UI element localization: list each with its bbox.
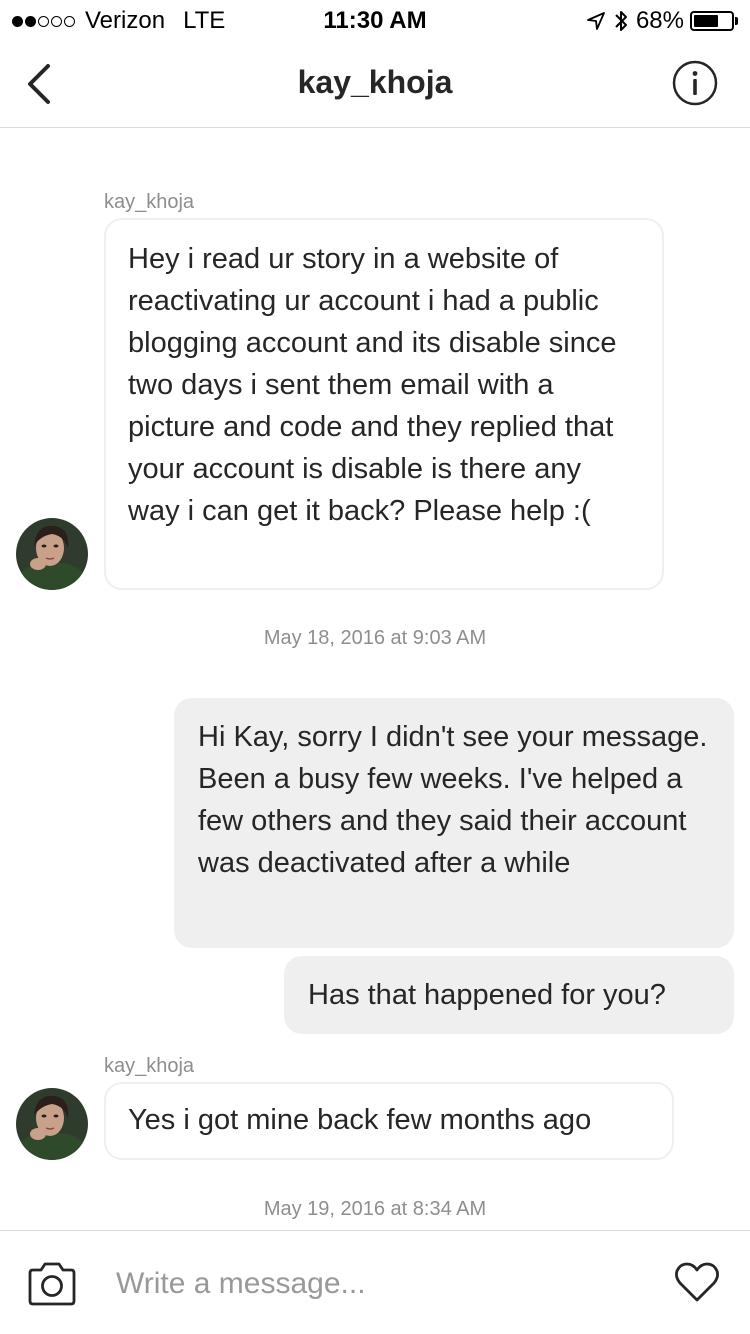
battery-icon: [690, 11, 734, 31]
heart-icon: [675, 1262, 719, 1302]
camera-button[interactable]: [26, 1261, 78, 1307]
bluetooth-icon: [615, 11, 627, 31]
timestamp: May 19, 2016 at 8:34 AM: [263, 1198, 487, 1220]
status-right: 68%: [586, 7, 738, 35]
incoming-message-bubble[interactable]: Yes i got mine back few months ago: [104, 1082, 674, 1160]
avatar[interactable]: [16, 518, 88, 590]
message-text: Hey i read ur story in a website of reac…: [128, 243, 617, 527]
direct-message-screen: Verizon LTE 11:30 AM 68% kay_khoja kay_k…: [0, 0, 750, 1334]
message-input[interactable]: [116, 1259, 636, 1309]
info-button[interactable]: [672, 60, 718, 106]
like-button[interactable]: [674, 1261, 720, 1303]
location-arrow-icon: [587, 12, 605, 30]
battery-percent: 68%: [635, 7, 684, 34]
profile-photo-image: [16, 1088, 88, 1160]
incoming-message-bubble[interactable]: Hey i read ur story in a website of reac…: [104, 218, 664, 590]
outgoing-message-bubble[interactable]: Hi Kay, sorry I didn't see your message.…: [174, 698, 734, 948]
camera-icon: [28, 1262, 76, 1306]
message-text: Has that happened for you?: [308, 979, 666, 1011]
conversation-title: kay_khoja: [297, 64, 453, 100]
outgoing-message-bubble[interactable]: Has that happened for you?: [284, 956, 734, 1034]
timestamp: May 18, 2016 at 9:03 AM: [263, 627, 487, 649]
sender-name: kay_khoja: [104, 1055, 195, 1077]
battery-level-fill: [694, 15, 719, 27]
conversation-header: kay_khoja: [0, 40, 750, 128]
status-bar: Verizon LTE 11:30 AM 68%: [0, 0, 750, 40]
message-thread[interactable]: kay_khoja Hey i read ur story in a websi…: [0, 129, 750, 1229]
info-circle-icon: [672, 60, 718, 106]
avatar[interactable]: [16, 1088, 88, 1160]
sender-name: kay_khoja: [104, 191, 195, 213]
battery-tip: [735, 17, 738, 25]
message-composer: [0, 1230, 750, 1334]
message-text: Yes i got mine back few months ago: [128, 1104, 592, 1136]
profile-photo-image: [16, 518, 88, 590]
message-text: Hi Kay, sorry I didn't see your message.…: [198, 721, 708, 879]
